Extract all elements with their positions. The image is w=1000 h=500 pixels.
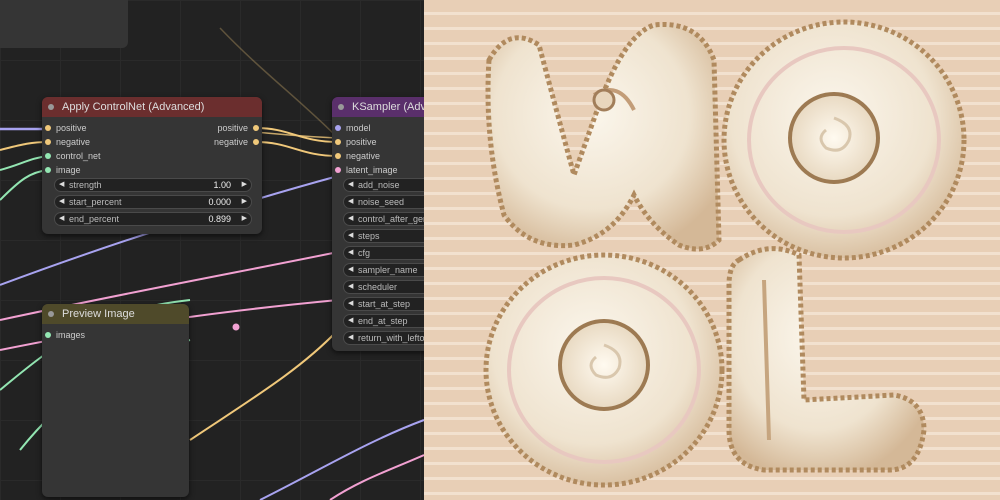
images-pin-icon[interactable] — [45, 332, 51, 338]
input-model[interactable]: model — [335, 122, 371, 134]
wool-letter-o-top — [721, 19, 967, 261]
wool-letter-o-bottom — [483, 252, 725, 488]
decrement-arrow-icon[interactable]: ◀ — [348, 179, 353, 191]
ksampler-title[interactable]: KSampler (Adva — [332, 97, 424, 117]
positive-pin-icon[interactable] — [335, 139, 341, 145]
input-positive[interactable]: positive — [45, 122, 87, 134]
wire-image-in — [0, 169, 49, 201]
latent-pin-icon[interactable] — [335, 167, 341, 173]
preview-image-title[interactable]: Preview Image — [42, 304, 189, 324]
decrement-arrow-icon[interactable]: ◀ — [59, 179, 64, 191]
input-control-net[interactable]: control_net — [45, 150, 101, 162]
input-negative[interactable]: negative — [45, 136, 90, 148]
output-negative[interactable]: negative — [214, 136, 259, 148]
node-title-text: Preview Image — [62, 308, 135, 320]
start-at-step-widget[interactable]: ◀ start_at_step — [343, 297, 424, 311]
scheduler-widget[interactable]: ◀ scheduler — [343, 280, 424, 294]
input-image[interactable]: image — [45, 164, 81, 176]
noise-seed-widget[interactable]: ◀ noise_seed — [343, 195, 424, 209]
end-percent-widget[interactable]: ◀ end_percent 0.899 ▶ — [54, 212, 252, 226]
negative-pin-icon[interactable] — [335, 153, 341, 159]
decrement-arrow-icon[interactable]: ◀ — [348, 196, 353, 208]
wire-negative-out — [255, 141, 339, 157]
decrement-arrow-icon[interactable]: ◀ — [348, 315, 353, 327]
ksampler-node[interactable]: KSampler (Adva model positive negative l… — [332, 97, 424, 351]
offscreen-node[interactable] — [0, 0, 128, 48]
decrement-arrow-icon[interactable]: ◀ — [348, 281, 353, 293]
decrement-arrow-icon[interactable]: ◀ — [348, 213, 353, 225]
decrement-arrow-icon[interactable]: ◀ — [348, 332, 353, 344]
collapse-dot-icon[interactable] — [48, 311, 54, 317]
generated-wool-letters-image — [424, 0, 1000, 500]
apply-controlnet-node[interactable]: Apply ControlNet (Advanced) positive neg… — [42, 97, 262, 234]
input-positive[interactable]: positive — [335, 136, 377, 148]
cfg-widget[interactable]: ◀ cfg — [343, 246, 424, 260]
add-noise-widget[interactable]: ◀ add_noise — [343, 178, 424, 192]
input-images[interactable]: images — [45, 329, 85, 341]
wire-control-net-in — [0, 155, 49, 171]
negative-pin-icon[interactable] — [45, 139, 51, 145]
decrement-arrow-icon[interactable]: ◀ — [59, 196, 64, 208]
control-net-pin-icon[interactable] — [45, 153, 51, 159]
increment-arrow-icon[interactable]: ▶ — [242, 196, 247, 208]
decrement-arrow-icon[interactable]: ◀ — [59, 213, 64, 225]
negative-out-pin-icon[interactable] — [253, 139, 259, 145]
model-pin-icon[interactable] — [335, 125, 341, 131]
collapse-dot-icon[interactable] — [338, 104, 344, 110]
start-percent-widget[interactable]: ◀ start_percent 0.000 ▶ — [54, 195, 252, 209]
input-negative[interactable]: negative — [335, 150, 380, 162]
wool-letter-l — [726, 246, 927, 473]
increment-arrow-icon[interactable]: ▶ — [242, 179, 247, 191]
collapse-dot-icon[interactable] — [48, 104, 54, 110]
wire-negative-in — [0, 141, 49, 151]
wool-letter-w — [485, 21, 722, 252]
preview-image-node[interactable]: Preview Image images — [42, 304, 189, 497]
decrement-arrow-icon[interactable]: ◀ — [348, 230, 353, 242]
steps-widget[interactable]: ◀ steps — [343, 229, 424, 243]
strength-widget[interactable]: ◀ strength 1.00 ▶ — [54, 178, 252, 192]
image-pin-icon[interactable] — [45, 167, 51, 173]
sampler-name-widget[interactable]: ◀ sampler_name — [343, 263, 424, 277]
control-after-generate-widget[interactable]: ◀ control_after_gene — [343, 212, 424, 226]
node-graph-canvas[interactable]: Apply ControlNet (Advanced) positive neg… — [0, 0, 424, 500]
apply-controlnet-title[interactable]: Apply ControlNet (Advanced) — [42, 97, 262, 117]
decrement-arrow-icon[interactable]: ◀ — [348, 264, 353, 276]
decrement-arrow-icon[interactable]: ◀ — [348, 298, 353, 310]
increment-arrow-icon[interactable]: ▶ — [242, 213, 247, 225]
positive-out-pin-icon[interactable] — [253, 125, 259, 131]
return-with-leftover-widget[interactable]: ◀ return_with_leftov — [343, 331, 424, 345]
node-title-text: Apply ControlNet (Advanced) — [62, 101, 205, 113]
output-positive[interactable]: positive — [217, 122, 259, 134]
node-title-text: KSampler (Adva — [352, 101, 424, 113]
end-at-step-widget[interactable]: ◀ end_at_step — [343, 314, 424, 328]
input-latent-image[interactable]: latent_image — [335, 164, 398, 176]
positive-pin-icon[interactable] — [45, 125, 51, 131]
decrement-arrow-icon[interactable]: ◀ — [348, 247, 353, 259]
